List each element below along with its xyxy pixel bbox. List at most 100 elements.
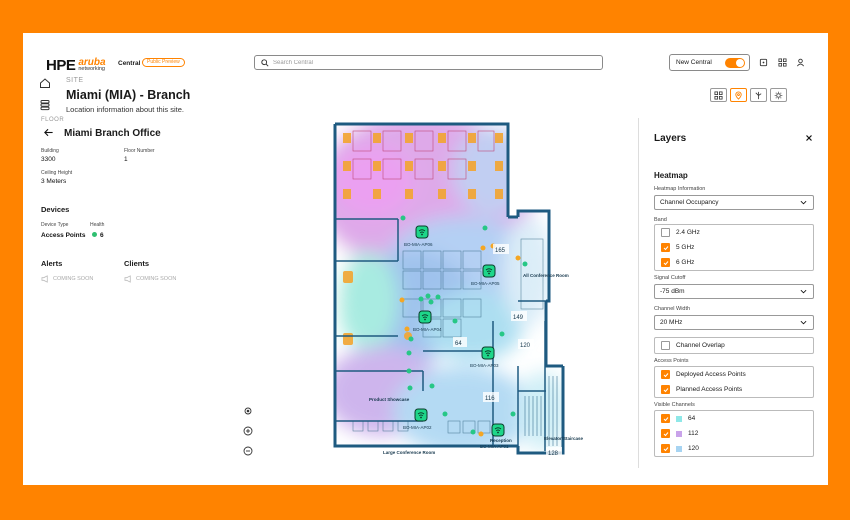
new-central-toggle[interactable] — [725, 57, 745, 68]
new-central-label: New Central — [676, 59, 712, 66]
clients-title: Clients — [124, 259, 150, 268]
channel-label-64: 64 — [455, 341, 462, 347]
grid-view-button[interactable] — [710, 88, 727, 102]
band-2-4ghz-label: 2.4 GHz — [676, 229, 700, 236]
back-arrow-icon[interactable] — [43, 127, 54, 138]
check-icon — [663, 245, 668, 250]
clients-status: COMING SOON — [136, 276, 177, 282]
device-type-header: Device Type — [41, 222, 69, 228]
ap-label-ap01: BO-MIA-AP01 — [480, 444, 509, 449]
floor-plan-map[interactable]: All Conference Room Product Showcase Lar… — [313, 121, 603, 457]
search-input[interactable] — [273, 59, 573, 66]
signal-cutoff-select[interactable]: -75 dBm — [654, 284, 814, 299]
channel-120-label: 120 — [688, 445, 699, 452]
zoom-out-button[interactable] — [239, 443, 257, 459]
heatmap-title: Heatmap — [654, 171, 688, 180]
zoom-out-icon — [243, 446, 253, 456]
user-icon[interactable] — [796, 58, 805, 67]
signal-cutoff-value: -75 dBm — [660, 288, 685, 295]
channel-option[interactable]: 64 — [655, 411, 813, 426]
location-view-button[interactable] — [730, 88, 747, 102]
checkbox-2-4ghz[interactable] — [661, 228, 670, 237]
home-icon[interactable] — [39, 77, 51, 89]
site-title: Miami (MIA) - Branch — [66, 88, 191, 102]
room-label-large-conference: Large Conference Room — [383, 450, 435, 455]
building-value: 3300 — [41, 156, 56, 163]
help-icon[interactable] — [759, 58, 768, 67]
building-label: Building — [41, 148, 59, 154]
ap-label-ap03: BO-MIA-AP03 — [470, 363, 499, 368]
view-toolbar — [710, 88, 787, 102]
room-label-elevator: Elevator/Staircase — [544, 436, 584, 441]
floor-number-value: 1 — [124, 156, 128, 163]
hpe-aruba-logo[interactable]: HPE aruba networking — [46, 57, 106, 74]
access-points-label: Access Points — [654, 358, 689, 364]
room-label-product-showcase: Product Showcase — [369, 397, 410, 402]
new-central-switch[interactable]: New Central — [669, 54, 750, 71]
checkbox-channel-112[interactable] — [661, 429, 670, 438]
clients-coming-soon: COMING SOON — [124, 275, 176, 283]
checkbox-5ghz[interactable] — [661, 243, 670, 252]
channel-64-swatch — [676, 415, 682, 422]
zoom-in-icon — [243, 426, 253, 436]
health-count: 6 — [100, 232, 104, 239]
preview-badge: Public Preview — [142, 58, 185, 67]
ceiling-height-value: 3 Meters — [41, 178, 67, 185]
search-icon — [261, 58, 269, 67]
settings-button[interactable] — [770, 88, 787, 102]
checkbox-deployed-aps[interactable] — [661, 370, 670, 379]
band-6ghz-label: 6 GHz — [676, 259, 695, 266]
channel-label-165: 165 — [495, 248, 506, 254]
heatmap-info-value: Channel Occupancy — [660, 199, 719, 206]
brand-aruba-wordmark: aruba networking — [78, 57, 105, 73]
crosshair-icon — [244, 407, 252, 415]
devices-title: Devices — [41, 205, 70, 214]
heatmap-info-select[interactable]: Channel Occupancy — [654, 195, 814, 210]
check-icon — [663, 372, 668, 377]
ap-option[interactable]: Planned Access Points — [655, 382, 813, 397]
checkbox-channel-overlap[interactable] — [661, 341, 670, 350]
checkbox-6ghz[interactable] — [661, 258, 670, 267]
access-point-options: Deployed Access Points Planned Access Po… — [654, 366, 814, 398]
topology-view-button[interactable] — [750, 88, 767, 102]
heatmap-layer — [335, 124, 563, 453]
grid-icon — [714, 90, 723, 100]
floor-label: FLOOR — [41, 117, 65, 123]
megaphone-icon — [124, 275, 131, 283]
channel-option[interactable]: 112 — [655, 426, 813, 441]
app-name: Central — [118, 60, 141, 67]
device-type-access-points[interactable]: Access Points — [41, 232, 85, 239]
channel-width-value: 20 MHz — [660, 319, 683, 326]
channel-overlap-row[interactable]: Channel Overlap — [655, 338, 813, 353]
visible-channel-options: 64 112 120 — [654, 410, 814, 457]
gear-icon — [774, 91, 783, 99]
zoom-in-button[interactable] — [239, 423, 257, 439]
checkbox-channel-120[interactable] — [661, 444, 670, 453]
app-frame: HPE aruba networking Central Public Prev… — [23, 33, 828, 485]
band-label: Band — [654, 217, 667, 223]
recenter-button[interactable] — [239, 403, 257, 419]
database-icon[interactable] — [39, 99, 51, 111]
ap-label-ap06: BO-MIA-AP06 — [404, 242, 433, 247]
checkbox-planned-aps[interactable] — [661, 385, 670, 394]
topology-icon — [755, 91, 762, 99]
site-label: SITE — [66, 77, 84, 84]
health-status: 6 — [92, 232, 104, 239]
channel-width-select[interactable]: 20 MHz — [654, 315, 814, 330]
apps-grid-icon[interactable] — [778, 58, 787, 67]
close-icon[interactable] — [804, 133, 814, 143]
band-option[interactable]: 5 GHz — [655, 240, 813, 255]
check-icon — [663, 446, 668, 451]
channel-option[interactable]: 120 — [655, 441, 813, 456]
band-option[interactable]: 2.4 GHz — [655, 225, 813, 240]
check-icon — [663, 431, 668, 436]
band-5ghz-label: 5 GHz — [676, 244, 695, 251]
ap-option[interactable]: Deployed Access Points — [655, 367, 813, 382]
location-pin-icon — [735, 91, 742, 100]
checkbox-channel-64[interactable] — [661, 414, 670, 423]
ceiling-height-label: Ceiling Height — [41, 170, 73, 176]
band-option[interactable]: 6 GHz — [655, 255, 813, 270]
layers-title: Layers — [654, 133, 687, 144]
alerts-title: Alerts — [41, 259, 63, 268]
search-box[interactable] — [254, 55, 603, 70]
